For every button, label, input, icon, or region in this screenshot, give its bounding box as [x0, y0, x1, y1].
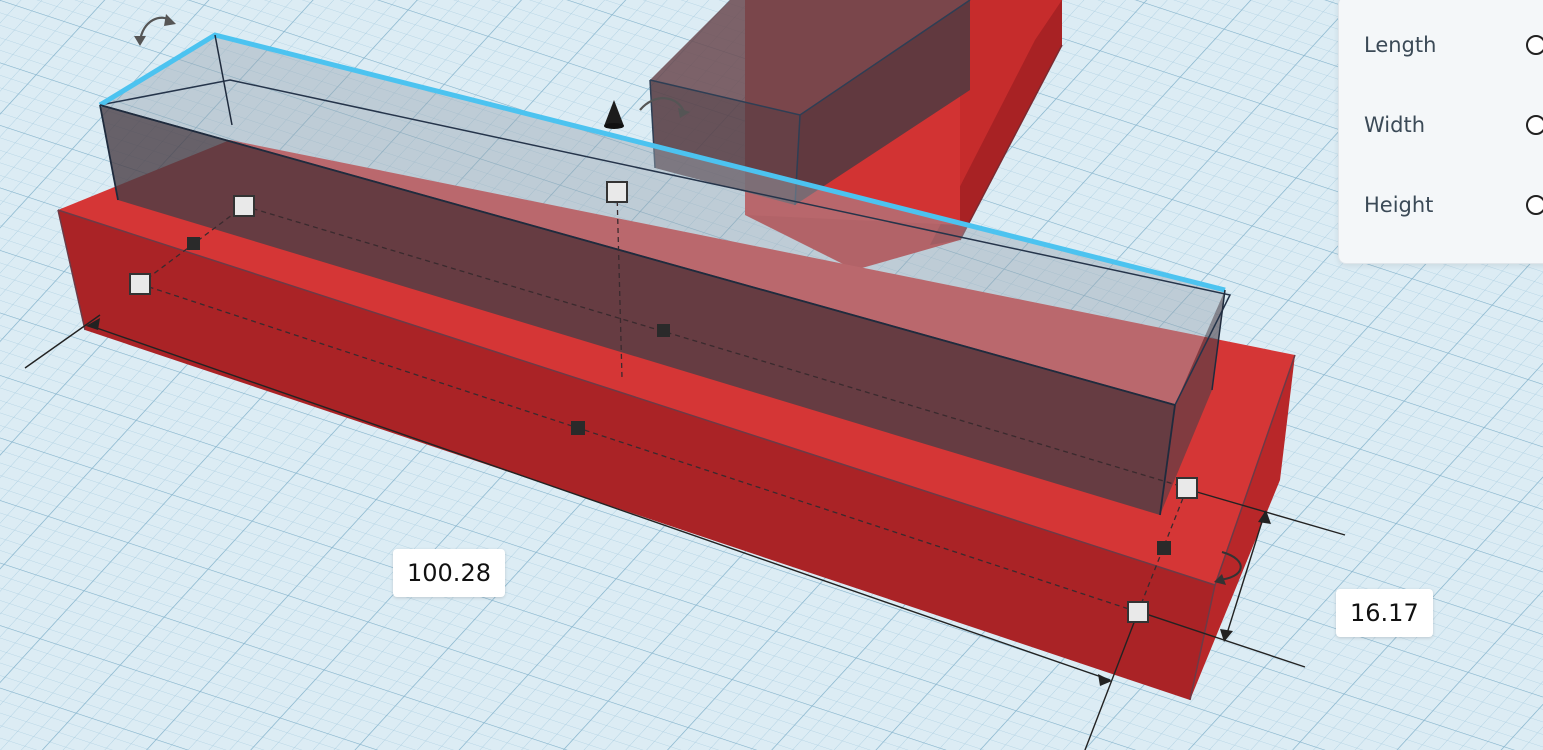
- length-row: Length: [1339, 25, 1543, 65]
- width-label: Width: [1364, 113, 1426, 137]
- width-radio[interactable]: [1526, 115, 1543, 135]
- length-dimension-label[interactable]: 100.28: [393, 549, 505, 597]
- mid-handle-icon: [1157, 541, 1171, 555]
- mid-handle-icon: [187, 237, 200, 250]
- height-dimension-label[interactable]: 16.17: [1336, 589, 1433, 637]
- square-handle-icon: [606, 181, 628, 203]
- workplane-viewport[interactable]: [0, 0, 1543, 750]
- height-label: Height: [1364, 193, 1434, 217]
- length-label: Length: [1364, 33, 1437, 57]
- square-handle-icon: [1176, 477, 1198, 499]
- square-handle-icon: [233, 195, 255, 217]
- length-radio[interactable]: [1526, 35, 1543, 55]
- shape-properties-panel: Length Width Height: [1338, 0, 1543, 264]
- width-row: Width: [1339, 105, 1543, 145]
- height-radio[interactable]: [1526, 195, 1543, 215]
- square-handle-icon: [1127, 601, 1149, 623]
- square-handle-icon: [129, 273, 151, 295]
- mid-handle-icon: [657, 324, 670, 337]
- mid-handle-icon: [571, 421, 585, 435]
- height-row: Height: [1339, 185, 1543, 225]
